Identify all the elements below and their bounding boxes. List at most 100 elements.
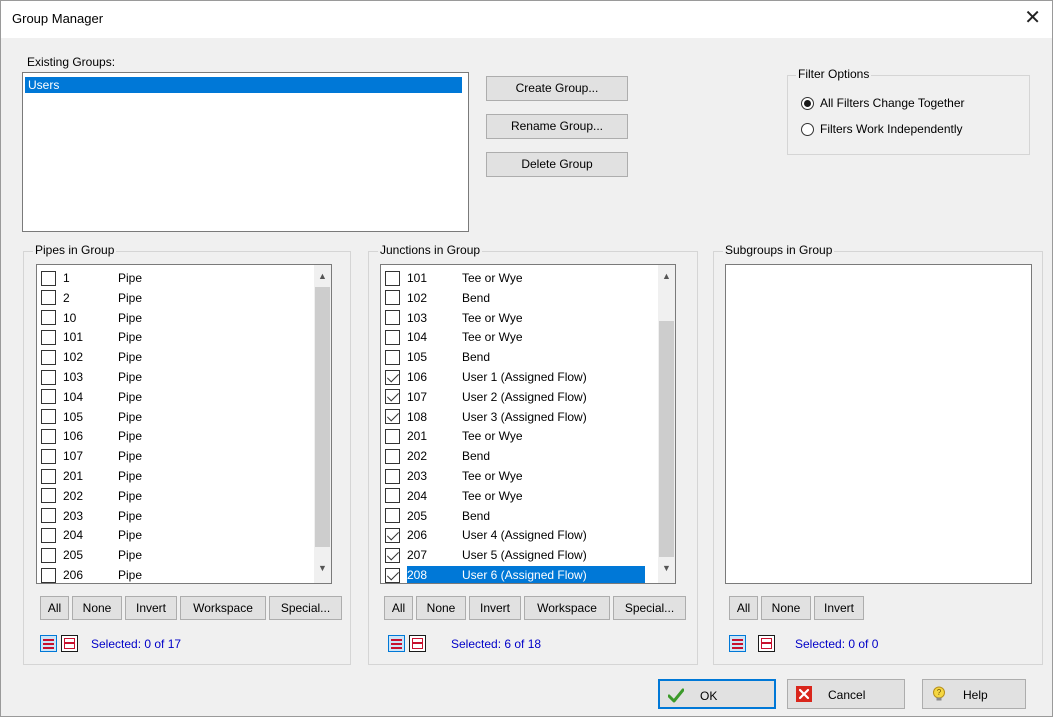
- row-checkbox[interactable]: [385, 428, 400, 444]
- list-item[interactable]: 103 Tee or Wye: [383, 308, 523, 328]
- delete-group-button[interactable]: Delete Group: [486, 152, 628, 177]
- scroll-up-icon[interactable]: ▲: [658, 271, 675, 281]
- row-checkbox[interactable]: [385, 409, 400, 425]
- pipes-special-button[interactable]: Special...: [269, 596, 342, 620]
- junctions-workspace-button[interactable]: Workspace: [524, 596, 610, 620]
- list-item[interactable]: 201 Tee or Wye: [383, 426, 523, 446]
- junctions-scrollbar[interactable]: ▲ ▼: [658, 265, 675, 583]
- radio-filters-work-independently[interactable]: Filters Work Independently: [801, 122, 963, 136]
- list-item[interactable]: 204 Tee or Wye: [383, 486, 523, 506]
- list-item[interactable]: 2 Pipe: [39, 288, 142, 308]
- show-all-rows-icon[interactable]: [388, 635, 405, 652]
- pipes-list[interactable]: 1 Pipe 2 Pipe 10 Pipe 101 Pipe 102 Pipe 103 Pipe 104…: [36, 264, 332, 584]
- show-checked-only-icon[interactable]: [758, 635, 775, 652]
- list-item[interactable]: 101 Pipe: [39, 327, 142, 347]
- list-item[interactable]: 205 Bend: [383, 506, 490, 526]
- row-checkbox[interactable]: [41, 389, 56, 405]
- list-item[interactable]: 202 Pipe: [39, 486, 142, 506]
- pipes-invert-button[interactable]: Invert: [125, 596, 177, 620]
- group-item-users[interactable]: Users: [25, 77, 462, 93]
- list-item[interactable]: 101 Tee or Wye: [383, 268, 523, 288]
- list-item[interactable]: 102 Bend: [383, 288, 490, 308]
- row-checkbox[interactable]: [385, 527, 400, 543]
- list-item[interactable]: 201 Pipe: [39, 466, 142, 486]
- row-checkbox[interactable]: [385, 468, 400, 484]
- cancel-button[interactable]: Cancel: [787, 679, 905, 709]
- radio-button[interactable]: [801, 96, 814, 110]
- show-all-rows-icon[interactable]: [729, 635, 746, 652]
- list-item[interactable]: 208 User 6 (Assigned Flow): [383, 565, 645, 583]
- row-checkbox[interactable]: [385, 369, 400, 385]
- subgroups-invert-button[interactable]: Invert: [814, 596, 864, 620]
- scroll-thumb[interactable]: [659, 321, 674, 557]
- row-checkbox[interactable]: [41, 270, 56, 286]
- row-checkbox[interactable]: [41, 468, 56, 484]
- row-checkbox[interactable]: [41, 508, 56, 524]
- existing-groups-list[interactable]: Users: [22, 72, 469, 232]
- row-checkbox[interactable]: [41, 488, 56, 504]
- scroll-up-icon[interactable]: ▲: [314, 271, 331, 281]
- scroll-down-icon[interactable]: ▼: [658, 563, 675, 573]
- junctions-special-button[interactable]: Special...: [613, 596, 686, 620]
- list-item[interactable]: 107 Pipe: [39, 446, 142, 466]
- row-checkbox[interactable]: [385, 508, 400, 524]
- list-item[interactable]: 102 Pipe: [39, 347, 142, 367]
- junctions-all-button[interactable]: All: [384, 596, 413, 620]
- row-checkbox[interactable]: [41, 290, 56, 306]
- junctions-none-button[interactable]: None: [416, 596, 466, 620]
- junctions-list[interactable]: 101 Tee or Wye 102 Bend 103 Tee or Wye 104 Tee …: [380, 264, 676, 584]
- list-item[interactable]: 104 Tee or Wye: [383, 327, 523, 347]
- list-item[interactable]: 105 Bend: [383, 347, 490, 367]
- show-checked-only-icon[interactable]: [61, 635, 78, 652]
- create-group-button[interactable]: Create Group...: [486, 76, 628, 101]
- row-checkbox[interactable]: [41, 448, 56, 464]
- list-item[interactable]: 103 Pipe: [39, 367, 142, 387]
- list-item[interactable]: 203 Pipe: [39, 506, 142, 526]
- scroll-down-icon[interactable]: ▼: [314, 563, 331, 573]
- list-item[interactable]: 207 User 5 (Assigned Flow): [383, 545, 587, 565]
- row-checkbox[interactable]: [41, 527, 56, 543]
- row-checkbox[interactable]: [385, 310, 400, 326]
- radio-button[interactable]: [801, 122, 814, 136]
- list-item[interactable]: 10 Pipe: [39, 308, 142, 328]
- list-item[interactable]: 104 Pipe: [39, 387, 142, 407]
- list-item[interactable]: 206 User 4 (Assigned Flow): [383, 525, 587, 545]
- row-checkbox[interactable]: [41, 547, 56, 563]
- close-icon[interactable]: ✕: [1024, 6, 1041, 30]
- row-checkbox[interactable]: [385, 547, 400, 563]
- list-item[interactable]: 205 Pipe: [39, 545, 142, 565]
- radio-all-filters-change-together[interactable]: All Filters Change Together: [801, 96, 965, 110]
- list-item[interactable]: 105 Pipe: [39, 407, 142, 427]
- row-checkbox[interactable]: [41, 310, 56, 326]
- subgroups-list[interactable]: [725, 264, 1032, 584]
- row-checkbox[interactable]: [385, 290, 400, 306]
- row-checkbox[interactable]: [41, 349, 56, 365]
- pipes-workspace-button[interactable]: Workspace: [180, 596, 266, 620]
- rename-group-button[interactable]: Rename Group...: [486, 114, 628, 139]
- help-button[interactable]: ? Help: [922, 679, 1026, 709]
- list-item[interactable]: 106 Pipe: [39, 426, 142, 446]
- list-item[interactable]: 202 Bend: [383, 446, 490, 466]
- list-item[interactable]: 1 Pipe: [39, 268, 142, 288]
- row-checkbox[interactable]: [41, 428, 56, 444]
- list-item[interactable]: 107 User 2 (Assigned Flow): [383, 387, 587, 407]
- show-all-rows-icon[interactable]: [40, 635, 57, 652]
- pipes-none-button[interactable]: None: [72, 596, 122, 620]
- list-item[interactable]: 108 User 3 (Assigned Flow): [383, 407, 587, 427]
- subgroups-none-button[interactable]: None: [761, 596, 811, 620]
- subgroups-all-button[interactable]: All: [729, 596, 758, 620]
- row-checkbox[interactable]: [41, 409, 56, 425]
- row-checkbox[interactable]: [385, 567, 400, 583]
- pipes-all-button[interactable]: All: [40, 596, 69, 620]
- list-item[interactable]: 203 Tee or Wye: [383, 466, 523, 486]
- list-item[interactable]: 106 User 1 (Assigned Flow): [383, 367, 587, 387]
- row-checkbox[interactable]: [385, 488, 400, 504]
- list-item[interactable]: 206 Pipe: [39, 565, 142, 583]
- row-checkbox[interactable]: [385, 448, 400, 464]
- row-checkbox[interactable]: [385, 349, 400, 365]
- row-checkbox[interactable]: [41, 329, 56, 345]
- row-checkbox[interactable]: [41, 567, 56, 583]
- scroll-thumb[interactable]: [315, 287, 330, 547]
- ok-button[interactable]: OK: [658, 679, 776, 709]
- pipes-scrollbar[interactable]: ▲ ▼: [314, 265, 331, 583]
